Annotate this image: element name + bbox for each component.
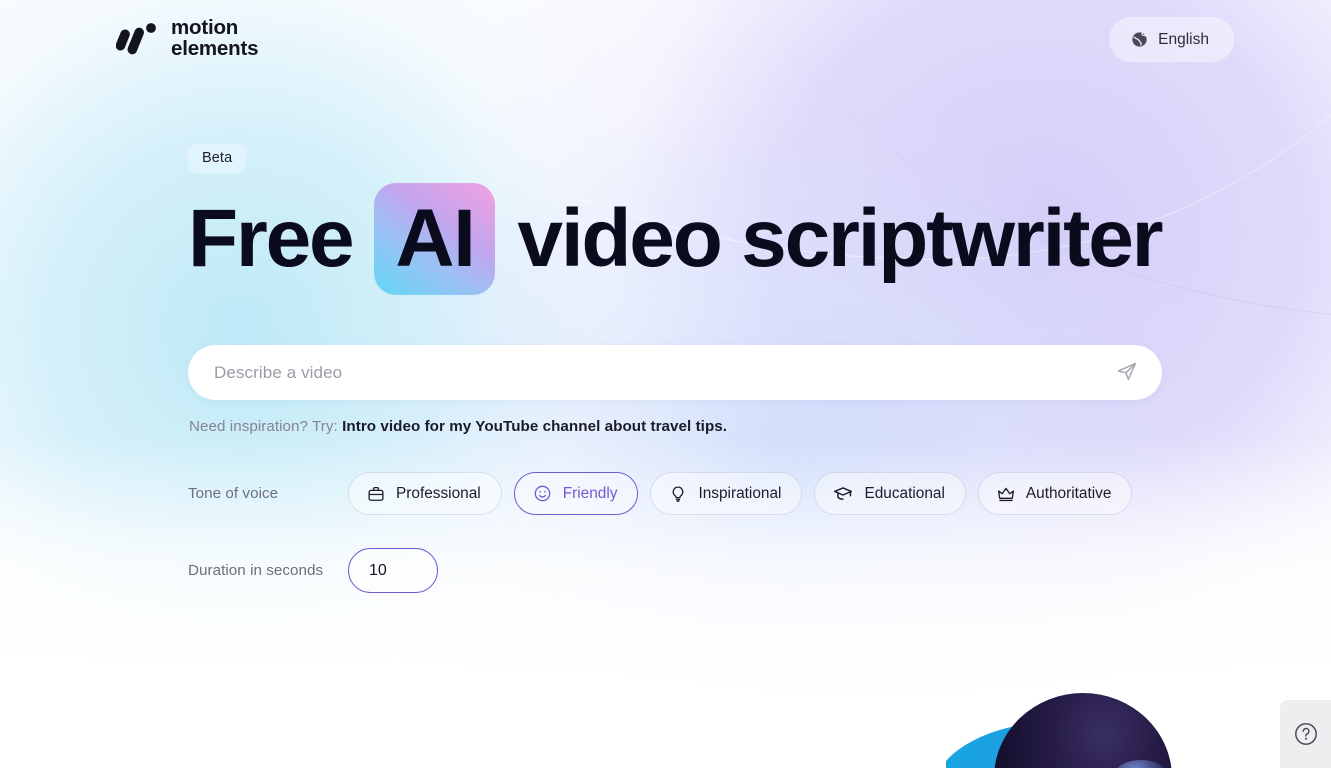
motionelements-logo-text: motion elements (171, 16, 259, 60)
person-hair (994, 693, 1172, 768)
tone-chip-inspirational[interactable]: Inspirational (650, 472, 803, 515)
inspiration-hint: Need inspiration? Try: Intro video for m… (189, 418, 727, 435)
beta-badge: Beta (188, 144, 247, 173)
tone-of-voice-row: Tone of voice Professional Friendly Insp… (188, 472, 1133, 515)
headline-part-before: Free (188, 193, 355, 284)
crown-icon (997, 485, 1015, 503)
graduation-cap-icon (833, 484, 853, 504)
tone-chip-label: Professional (396, 484, 481, 502)
tone-chip-label: Inspirational (698, 484, 782, 502)
lightbulb-icon (669, 485, 687, 503)
send-paper-plane-icon (1115, 359, 1139, 386)
tone-of-voice-options: Professional Friendly Inspirational Educ… (348, 472, 1133, 515)
person-illustration (946, 688, 1246, 768)
help-widget-panel[interactable] (1280, 700, 1331, 768)
site-header: motion elements English (0, 0, 1331, 80)
duration-input[interactable] (348, 548, 438, 593)
tone-chip-label: Authoritative (1025, 484, 1112, 502)
inspiration-suggestion[interactable]: Intro video for my YouTube channel about… (342, 418, 727, 435)
logo-line-elements: elements (171, 37, 259, 60)
tone-chip-friendly[interactable]: Friendly (513, 472, 639, 515)
briefcase-icon (367, 485, 385, 503)
motionelements-logo[interactable]: motion elements (116, 16, 258, 62)
duration-label: Duration in seconds (188, 562, 324, 579)
tone-chip-educational[interactable]: Educational (814, 472, 966, 515)
tone-chip-label: Educational (864, 484, 945, 502)
tone-chip-professional[interactable]: Professional (348, 472, 502, 515)
language-selector-label: English (1158, 30, 1209, 48)
prompt-input[interactable] (188, 345, 1100, 400)
tone-of-voice-label: Tone of voice (188, 485, 279, 502)
help-button[interactable] (1293, 721, 1319, 747)
tone-chip-authoritative[interactable]: Authoritative (977, 472, 1133, 515)
inspiration-prefix: Need inspiration? Try: (189, 418, 338, 435)
ai-highlight-chip: AI (374, 183, 496, 295)
motionelements-logo-mark-icon (116, 16, 162, 62)
tone-chip-label: Friendly (562, 484, 618, 502)
smiley-face-icon (533, 484, 552, 503)
send-prompt-button[interactable] (1100, 345, 1162, 400)
duration-row: Duration in seconds (188, 548, 438, 593)
question-mark-circle-icon (1293, 723, 1319, 750)
language-selector-button[interactable]: English (1109, 17, 1234, 62)
prompt-bar (188, 345, 1162, 400)
page-title: Free AI video scriptwriter (188, 183, 1164, 295)
headline-part-after: video scriptwriter (517, 193, 1163, 284)
globe-icon (1131, 31, 1148, 48)
logo-line-motion: motion (171, 16, 239, 40)
